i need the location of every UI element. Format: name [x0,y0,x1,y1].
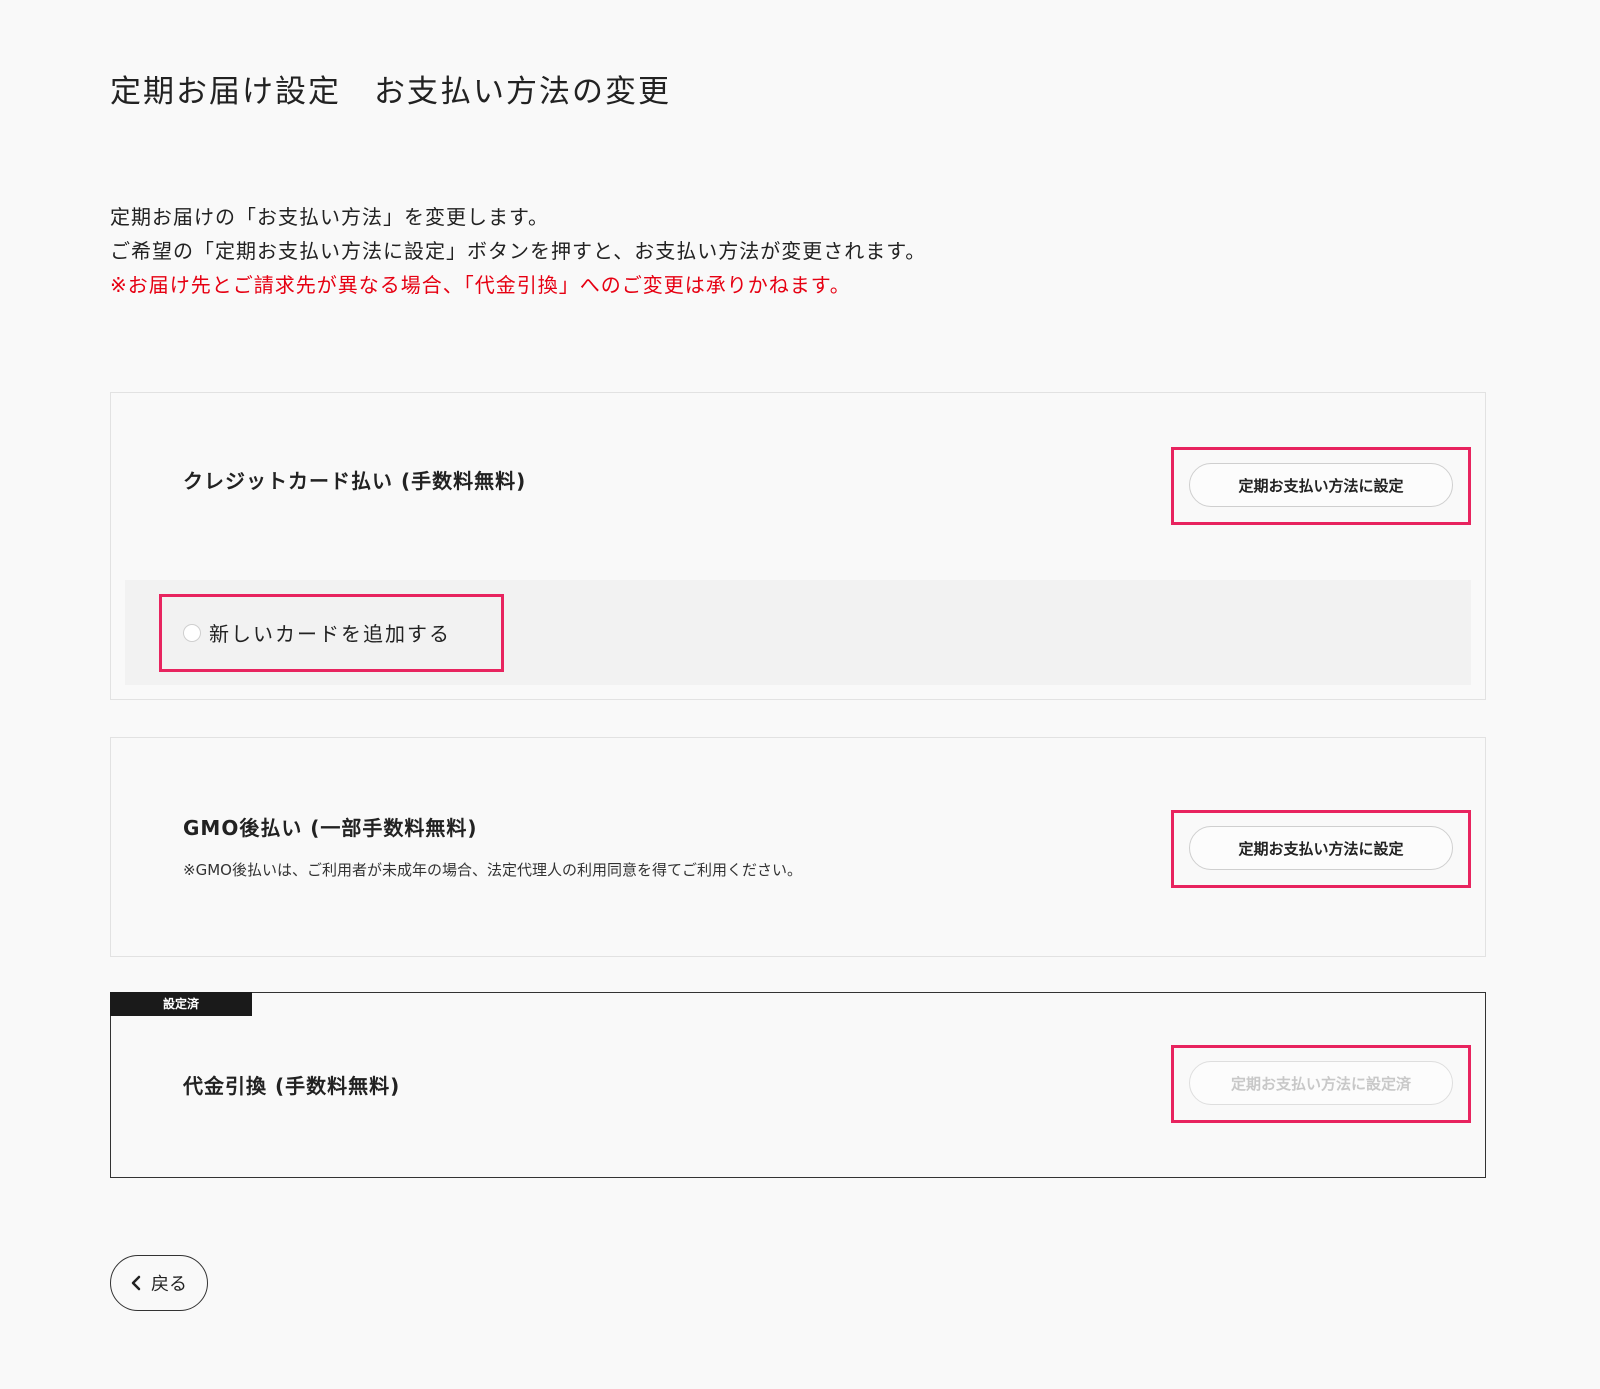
intro-line-2: ご希望の「定期お支払い方法に設定」ボタンを押すと、お支払い方法が変更されます。 [110,239,927,263]
add-card-label: 新しいカードを追加する [209,622,451,646]
page-title: 定期お届け設定 お支払い方法の変更 [110,74,671,110]
credit-card-set-button[interactable]: 定期お支払い方法に設定 [1189,463,1453,507]
chevron-left-icon [131,1275,141,1291]
cod-title: 代金引換 (手数料無料) [183,1074,401,1098]
add-card-option[interactable]: 新しいカードを追加する [183,618,451,647]
intro-text: 定期お届けの「お支払い方法」を変更します。 ご希望の「定期お支払い方法に設定」ボ… [110,200,926,302]
payment-method-cod: 設定済 代金引換 (手数料無料) 定期お支払い方法に設定済 [110,992,1486,1178]
gmo-title: GMO後払い (一部手数料無料) [183,816,478,840]
cod-set-button[interactable]: 定期お支払い方法に設定済 [1189,1061,1453,1105]
gmo-note: ※GMO後払いは、ご利用者が未成年の場合、法定代理人の利用同意を得てご利用くださ… [183,861,802,879]
credit-card-options: 新しいカードを追加する [125,580,1471,685]
intro-warning: ※お届け先とご請求先が異なる場合、「代金引換」へのご変更は承りかねます。 [110,273,851,297]
payment-method-credit-card: クレジットカード払い (手数料無料) 定期お支払い方法に設定 新しいカードを追加… [110,392,1486,700]
payment-method-gmo: GMO後払い (一部手数料無料) ※GMO後払いは、ご利用者が未成年の場合、法定… [110,737,1486,957]
gmo-set-button[interactable]: 定期お支払い方法に設定 [1189,826,1453,870]
back-button-label: 戻る [151,1274,187,1295]
radio-icon[interactable] [183,623,201,642]
credit-card-title: クレジットカード払い (手数料無料) [183,469,527,493]
intro-line-1: 定期お届けの「お支払い方法」を変更します。 [110,205,549,229]
status-badge: 設定済 [110,992,252,1016]
back-button[interactable]: 戻る [110,1255,208,1311]
